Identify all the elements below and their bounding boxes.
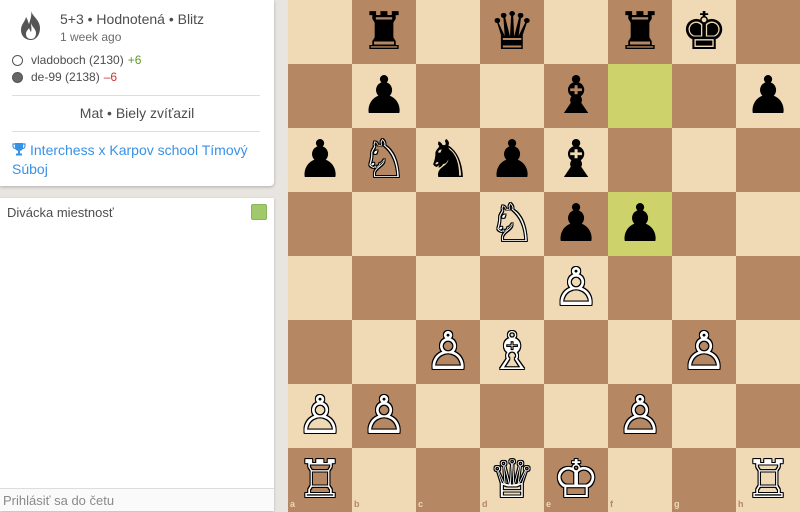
game-time: 1 week ago — [60, 30, 122, 44]
chat-title: Divácka miestnosť — [7, 205, 114, 220]
square-b3[interactable] — [352, 320, 416, 384]
square-c1[interactable] — [416, 448, 480, 512]
white-pawn-icon[interactable]: ♙ — [544, 256, 608, 320]
square-f7[interactable] — [608, 64, 672, 128]
white-pawn-icon[interactable]: ♙ — [352, 384, 416, 448]
file-label: g — [674, 499, 680, 509]
blitz-flame-icon — [21, 11, 40, 40]
white-knight-icon[interactable]: ♘ — [480, 192, 544, 256]
chess-board[interactable]: 8 7 6 5 4 3 2 1 a b c d e f g h ♜ ♛ ♜ ♚ ♟ ♝ ♟ ♟ ♘ ♞ ♟ ♝ ♘ ♟ ♟ ♙ ♙ ♗ ♙ ♙ ♙ ♙ ♖ ♕… — [288, 0, 800, 512]
square-g6[interactable] — [672, 128, 736, 192]
square-g1[interactable] — [672, 448, 736, 512]
square-b5[interactable] — [352, 192, 416, 256]
file-label: f — [610, 499, 613, 509]
square-f6[interactable] — [608, 128, 672, 192]
white-color-icon — [12, 54, 23, 66]
black-color-icon — [12, 71, 23, 83]
white-pawn-icon[interactable]: ♙ — [288, 384, 352, 448]
player-white-rating-diff: +6 — [127, 53, 142, 67]
white-queen-icon[interactable]: ♕ — [480, 448, 544, 512]
square-c5[interactable] — [416, 192, 480, 256]
player-white[interactable]: vladoboch (2130) +6 — [12, 53, 141, 67]
rank-label: 3 — [791, 322, 797, 332]
player-white-name[interactable]: vladoboch (2130) — [31, 53, 124, 67]
rank-label: 4 — [791, 258, 797, 268]
black-rook-icon[interactable]: ♜ — [352, 0, 416, 64]
spectator-chat: Divácka miestnosť Prihlásiť sa do četu — [0, 198, 274, 511]
white-pawn-icon[interactable]: ♙ — [608, 384, 672, 448]
player-black-name[interactable]: de-99 (2138) — [31, 70, 100, 84]
chat-toggle-checkbox[interactable] — [251, 204, 267, 220]
black-pawn-icon[interactable]: ♟ — [288, 128, 352, 192]
game-result: Mat • Biely zvíťazil — [79, 105, 195, 121]
player-black[interactable]: de-99 (2138) –6 — [12, 70, 117, 84]
game-meta: 5+3 • Hodnotená • Blitz — [60, 11, 205, 27]
square-e2[interactable] — [544, 384, 608, 448]
square-a3[interactable] — [288, 320, 352, 384]
rank-label: 5 — [791, 194, 797, 204]
square-c4[interactable] — [416, 256, 480, 320]
square-a7[interactable] — [288, 64, 352, 128]
file-label: c — [418, 499, 424, 509]
black-pawn-icon[interactable]: ♟ — [352, 64, 416, 128]
square-e3[interactable] — [544, 320, 608, 384]
black-bishop-icon[interactable]: ♝ — [544, 128, 608, 192]
square-a8[interactable] — [288, 0, 352, 64]
white-knight-icon[interactable]: ♘ — [352, 128, 416, 192]
chat-login-input[interactable]: Prihlásiť sa do četu — [0, 488, 274, 511]
square-c2[interactable] — [416, 384, 480, 448]
rank-label: 2 — [791, 386, 797, 396]
white-pawn-icon[interactable]: ♙ — [416, 320, 480, 384]
square-a5[interactable] — [288, 192, 352, 256]
black-pawn-icon[interactable]: ♟ — [736, 64, 800, 128]
black-queen-icon[interactable]: ♛ — [480, 0, 544, 64]
black-pawn-icon[interactable]: ♟ — [608, 192, 672, 256]
trophy-icon — [12, 143, 26, 156]
rank-label: 8 — [791, 2, 797, 12]
white-king-icon[interactable]: ♔ — [544, 448, 608, 512]
tournament-name[interactable]: Interchess x Karpov school Tímový Súboj — [12, 142, 248, 177]
player-black-rating-diff: –6 — [103, 70, 118, 84]
black-king-icon[interactable]: ♚ — [672, 0, 736, 64]
square-g4[interactable] — [672, 256, 736, 320]
square-b1[interactable] — [352, 448, 416, 512]
square-g7[interactable] — [672, 64, 736, 128]
square-b4[interactable] — [352, 256, 416, 320]
tournament-link[interactable]: Interchess x Karpov school Tímový Súboj — [12, 141, 262, 179]
white-rook-icon[interactable]: ♖ — [736, 448, 800, 512]
square-f4[interactable] — [608, 256, 672, 320]
square-d7[interactable] — [480, 64, 544, 128]
square-c7[interactable] — [416, 64, 480, 128]
file-label: b — [354, 499, 360, 509]
white-rook-icon[interactable]: ♖ — [288, 448, 352, 512]
white-bishop-icon[interactable]: ♗ — [480, 320, 544, 384]
black-pawn-icon[interactable]: ♟ — [480, 128, 544, 192]
square-d2[interactable] — [480, 384, 544, 448]
square-d4[interactable] — [480, 256, 544, 320]
divider — [12, 95, 260, 96]
black-rook-icon[interactable]: ♜ — [608, 0, 672, 64]
black-bishop-icon[interactable]: ♝ — [544, 64, 608, 128]
black-knight-icon[interactable]: ♞ — [416, 128, 480, 192]
square-e8[interactable] — [544, 0, 608, 64]
game-info-panel: 5+3 • Hodnotená • Blitz 1 week ago vlado… — [0, 0, 274, 186]
square-a4[interactable] — [288, 256, 352, 320]
divider — [12, 131, 260, 132]
black-pawn-icon[interactable]: ♟ — [544, 192, 608, 256]
square-g5[interactable] — [672, 192, 736, 256]
square-c8[interactable] — [416, 0, 480, 64]
square-g2[interactable] — [672, 384, 736, 448]
white-pawn-icon[interactable]: ♙ — [672, 320, 736, 384]
square-f3[interactable] — [608, 320, 672, 384]
square-f1[interactable] — [608, 448, 672, 512]
rank-label: 6 — [791, 130, 797, 140]
